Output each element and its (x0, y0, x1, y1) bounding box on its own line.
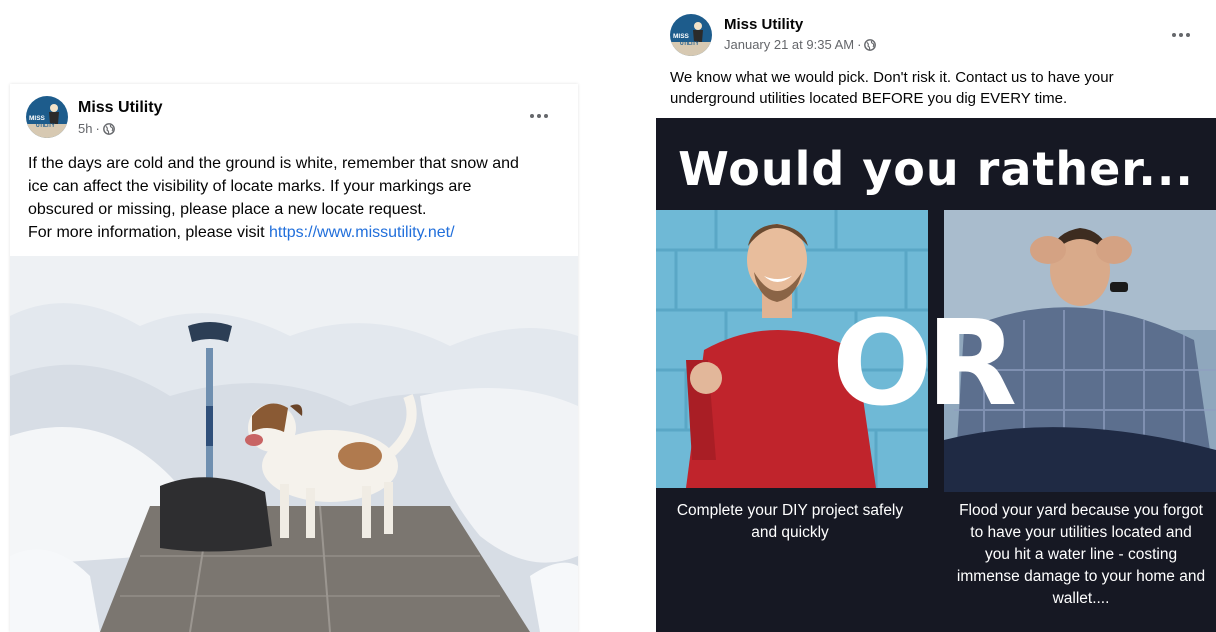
page-name[interactable]: Miss Utility (78, 99, 162, 117)
post-text-line: ice can affect the visibility of locate … (28, 178, 472, 195)
post-text-prefix: For more information, please visit (28, 224, 269, 241)
separator: · (95, 121, 100, 136)
caption-left: Complete your DIY project safely and qui… (676, 502, 904, 541)
page-avatar[interactable]: MISS UTILITY (26, 96, 68, 138)
post-meta: Miss Utility January 21 at 9:35 AM · (724, 16, 877, 52)
post-text: We know what we would pick. Don't risk i… (670, 67, 1190, 109)
post-right: MISS UTILITY Miss Utility January 21 at … (656, 0, 1216, 632)
or-text: OR (832, 294, 1017, 432)
post-time[interactable]: January 21 at 9:35 AM (724, 37, 854, 52)
caption-right: Flood your yard because you forgot to ha… (956, 502, 1206, 607)
post-text-line: underground utilities located BEFORE you… (670, 90, 1068, 107)
post-meta: Miss Utility 5h · (78, 99, 162, 136)
more-options-icon[interactable] (1172, 33, 1190, 37)
post-left: MISS UTILITY Miss Utility 5h · If the da… (10, 84, 578, 632)
more-options-icon[interactable] (530, 114, 548, 118)
post-text: If the days are cold and the ground is w… (28, 152, 568, 244)
svg-text:MISS: MISS (29, 115, 46, 122)
post-photo[interactable] (10, 256, 578, 632)
post-text-line: We know what we would pick. Don't risk i… (670, 69, 1114, 86)
page-name[interactable]: Miss Utility (724, 16, 876, 33)
graphic-title: Would you rather... (678, 142, 1194, 196)
post-header: MISS UTILITY Miss Utility 5h · (26, 96, 162, 138)
post-header: MISS UTILITY Miss Utility January 21 at … (670, 14, 877, 56)
post-text-line: obscured or missing, please place a new … (28, 201, 427, 218)
post-link[interactable]: https://www.missutility.net/ (269, 224, 455, 241)
svg-text:MISS: MISS (673, 33, 690, 40)
post-text-line: For more information, please visit https… (28, 221, 568, 244)
post-time-row: 5h · (78, 121, 162, 136)
svg-text:UTILITY: UTILITY (680, 41, 700, 47)
globe-icon (102, 122, 115, 135)
post-text-line: If the days are cold and the ground is w… (28, 155, 519, 172)
globe-icon (864, 38, 877, 51)
page-avatar[interactable]: MISS UTILITY (670, 14, 712, 56)
svg-text:UTILITY: UTILITY (36, 123, 56, 129)
post-time[interactable]: 5h (78, 121, 92, 136)
separator: · (857, 37, 862, 52)
post-time-row: January 21 at 9:35 AM · (724, 37, 877, 52)
post-graphic[interactable]: Would you rather... OR Complete your DIY… (656, 118, 1216, 632)
